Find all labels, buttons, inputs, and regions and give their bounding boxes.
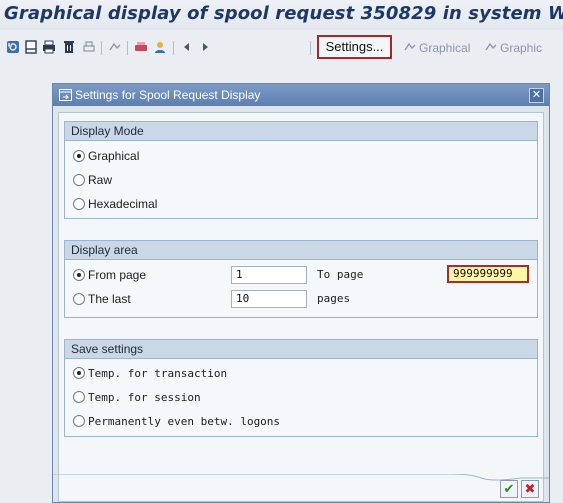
- radio-graphical[interactable]: Graphical: [73, 147, 139, 165]
- group-heading: Display Mode: [65, 122, 537, 141]
- radio-label: Temp. for session: [88, 391, 201, 404]
- page-icon[interactable]: [24, 40, 38, 54]
- window-title: Graphical display of spool request 35082…: [4, 3, 563, 24]
- radio-button[interactable]: [73, 293, 85, 305]
- delete-icon[interactable]: [62, 40, 76, 54]
- radio-temp-session[interactable]: Temp. for session: [73, 389, 201, 407]
- toolbar-separator: [127, 41, 128, 55]
- title-bar: Graphical display of spool request 35082…: [0, 0, 563, 30]
- save-settings-group: Save settings Temp. for transaction Temp…: [64, 339, 538, 437]
- toolbar-separator: [101, 41, 102, 55]
- to-page-field[interactable]: 999999999: [447, 265, 529, 283]
- arrow-right-icon[interactable]: [198, 40, 212, 54]
- user-icon[interactable]: [153, 40, 167, 54]
- to-page-label: To page: [317, 268, 364, 281]
- cancel-icon[interactable]: ✖: [521, 480, 539, 498]
- radio-button[interactable]: [73, 415, 85, 427]
- radio-permanent[interactable]: Permanently even betw. logons: [73, 413, 280, 431]
- group-heading: Save settings: [65, 340, 537, 359]
- radio-button[interactable]: [73, 269, 85, 281]
- radio-label: Raw: [88, 173, 113, 187]
- radio-from-page[interactable]: From page: [73, 266, 146, 284]
- radio-label: Permanently even betw. logons: [88, 415, 281, 428]
- arrow-left-icon[interactable]: [180, 40, 194, 54]
- radio-label: Hexadecimal: [88, 197, 158, 211]
- radio-button[interactable]: [73, 367, 85, 379]
- graphical-view-icon[interactable]: [108, 40, 122, 54]
- display-mode-group: Display Mode Graphical Raw Hexadecimal: [64, 121, 538, 219]
- dialog-body: Display Mode Graphical Raw Hexadecimal D…: [58, 112, 544, 502]
- from-page-field[interactable]: 1: [231, 266, 307, 284]
- radio-raw[interactable]: Raw: [73, 171, 112, 189]
- radio-the-last[interactable]: The last: [73, 290, 131, 308]
- refresh-icon[interactable]: [6, 40, 20, 54]
- application-toolbar: Settings... Graphical Graphic: [0, 32, 563, 62]
- radio-label: Temp. for transaction: [88, 367, 228, 380]
- output-icon[interactable]: [134, 40, 148, 54]
- settings-button[interactable]: Settings...: [317, 35, 392, 59]
- dialog-title: Settings for Spool Request Display: [75, 88, 261, 102]
- radio-button[interactable]: [73, 150, 85, 162]
- print-icon[interactable]: [42, 40, 56, 54]
- radio-label: The last: [88, 292, 131, 306]
- graphical-view-icon: [485, 42, 497, 51]
- settings-dialog: Settings for Spool Request Display ✕ Dis…: [52, 83, 550, 503]
- toolbar-separator: [310, 41, 311, 55]
- radio-hexadecimal[interactable]: Hexadecimal: [73, 195, 157, 213]
- radio-button[interactable]: [73, 391, 85, 403]
- dialog-header: Settings for Spool Request Display ✕: [53, 84, 549, 106]
- graphical-button-2[interactable]: Graphic: [500, 41, 542, 55]
- print-settings-icon[interactable]: [82, 40, 96, 54]
- radio-button[interactable]: [73, 198, 85, 210]
- toolbar-separator: [173, 41, 174, 55]
- radio-label: From page: [88, 268, 147, 282]
- check-icon[interactable]: ✔: [500, 480, 518, 498]
- display-area-group: Display area From page 1 To page 9999999…: [64, 240, 538, 318]
- radio-label: Graphical: [88, 149, 140, 163]
- radio-button[interactable]: [73, 174, 85, 186]
- pages-label: pages: [317, 292, 351, 305]
- graphical-button[interactable]: Graphical: [419, 41, 470, 55]
- group-heading: Display area: [65, 241, 537, 260]
- dialog-footer-divider: [53, 474, 549, 481]
- graphical-view-icon: [404, 42, 416, 51]
- radio-temp-transaction[interactable]: Temp. for transaction: [73, 365, 227, 383]
- dialog-window-icon: [59, 89, 72, 101]
- close-icon[interactable]: ✕: [529, 88, 544, 103]
- the-last-field[interactable]: 10: [231, 290, 307, 308]
